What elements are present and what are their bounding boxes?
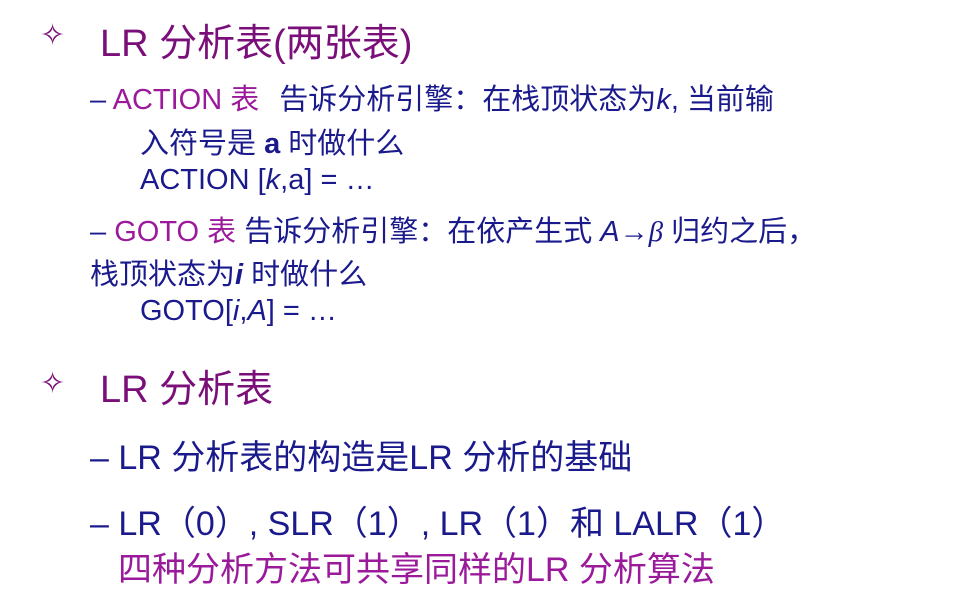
- action-desc: 告诉分析引擎：在栈顶状态为: [279, 84, 657, 116]
- dash-marker: –: [90, 216, 107, 248]
- var-k: k: [656, 84, 671, 116]
- symbol-a: a: [264, 128, 281, 160]
- goto-formula: GOTO[i,A] = …: [140, 295, 337, 328]
- goto-desc: 告诉分析引擎：在依产生式: [244, 216, 601, 248]
- dash-marker: –: [90, 505, 109, 543]
- goto-line-1: – GOTO 表 告诉分析引擎：在依产生式 A→β 归约之后，: [90, 208, 816, 250]
- section-title-lr-table: LR 分析表: [100, 369, 274, 411]
- arrow-symbol: →: [619, 216, 649, 248]
- diamond-bullet-icon: ✧: [40, 366, 66, 401]
- action-formula-tail: ,a] = …: [280, 164, 375, 196]
- action-line2-end: 时做什么: [280, 128, 405, 160]
- goto-formula-A: A: [247, 295, 267, 327]
- list-item-methods-cont: 四种分析方法可共享同样的LR 分析算法: [118, 551, 715, 589]
- diamond-bullet-icon: ✧: [40, 18, 66, 53]
- action-desc-cont: , 当前输: [670, 84, 774, 116]
- goto-line2-end: 时做什么: [243, 259, 368, 291]
- action-formula-k: k: [265, 164, 281, 196]
- dash-marker: –: [90, 84, 107, 116]
- goto-desc-cont: 归约之后，: [663, 216, 817, 248]
- dash-marker: –: [90, 439, 109, 477]
- var-i: i: [235, 259, 244, 291]
- list-item-methods: – LR（0）, SLR（1）, LR（1）和 LALR（1）: [90, 496, 785, 545]
- var-A: A: [600, 216, 620, 248]
- section-title-lr-tables: LR 分析表(两张表): [100, 23, 413, 65]
- goto-formula-tail: ] = …: [266, 295, 337, 327]
- list-item-construction: – LR 分析表的构造是LR 分析的基础: [90, 430, 632, 479]
- action-formula: ACTION [k,a] = …: [140, 164, 374, 197]
- goto-line-2: 栈顶状态为i 时做什么: [90, 251, 367, 293]
- list-item-text: LR 分析表的构造是LR 分析的基础: [118, 439, 633, 477]
- goto-line2-text: 栈顶状态为: [90, 259, 236, 291]
- list-item-text: LR（0）, SLR（1）, LR（1）和 LALR（1）: [118, 505, 786, 543]
- goto-table-label: GOTO 表: [114, 216, 237, 248]
- action-table-label: ACTION 表: [112, 84, 260, 116]
- action-line2-text: 入符号是: [140, 128, 265, 160]
- action-line-2: 入符号是 a 时做什么: [140, 120, 404, 162]
- var-beta: β: [648, 216, 664, 248]
- goto-formula-head: GOTO[: [140, 295, 233, 327]
- action-line-1: – ACTION 表 告诉分析引擎：在栈顶状态为k, 当前输: [90, 76, 774, 118]
- action-formula-head: ACTION [: [140, 164, 266, 196]
